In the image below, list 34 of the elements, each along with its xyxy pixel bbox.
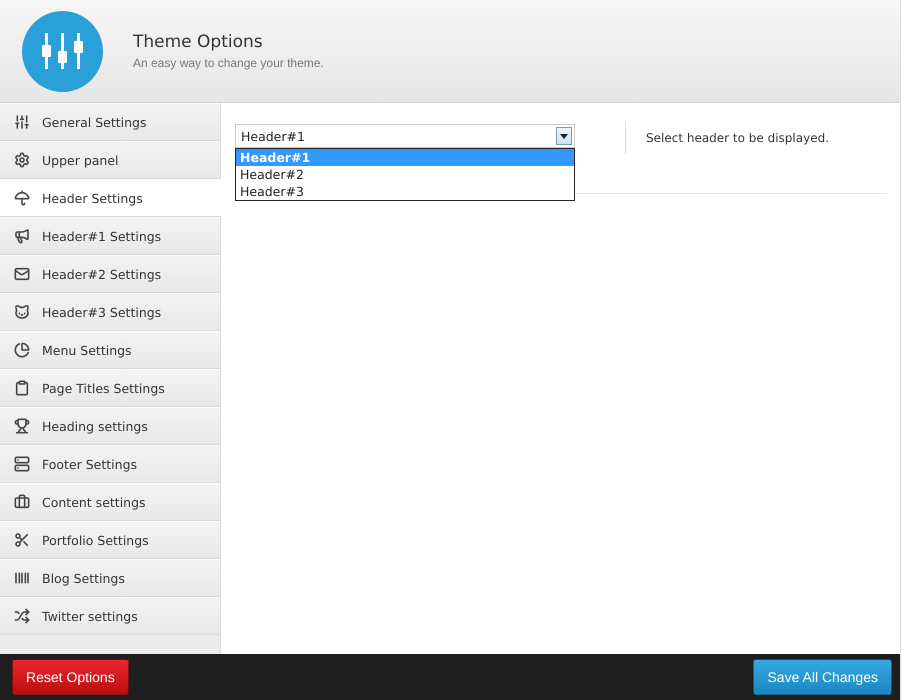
sidebar-item[interactable]: Header#1 Settings: [0, 217, 220, 255]
sidebar-item[interactable]: Content settings: [0, 483, 220, 521]
reset-button[interactable]: Reset Options: [12, 659, 129, 695]
sidebar-item[interactable]: Portfolio Settings: [0, 521, 220, 559]
scissors-icon: [14, 532, 30, 548]
stack-icon: [14, 456, 30, 472]
clipboard-icon: [14, 380, 30, 396]
sidebar-item[interactable]: Heading settings: [0, 407, 220, 445]
logo-icon: [22, 10, 103, 92]
pie-chart-icon: [14, 342, 30, 358]
barcode-icon: [14, 570, 30, 586]
sidebar-item[interactable]: Footer Settings: [0, 445, 220, 483]
shuffle-icon: [14, 608, 30, 624]
page-subtitle: An easy way to change your theme.: [133, 56, 324, 70]
sidebar-item[interactable]: Header Settings: [0, 179, 221, 217]
cat-icon: [14, 304, 30, 320]
sliders-icon: [14, 114, 30, 130]
gear-icon: [14, 152, 30, 168]
sidebar-item[interactable]: Header#3 Settings: [0, 293, 220, 331]
umbrella-icon: [14, 190, 30, 206]
trophy-icon: [14, 418, 30, 434]
page-title: Theme Options: [133, 32, 264, 52]
sidebar-item[interactable]: Menu Settings: [0, 331, 220, 369]
briefcase-icon: [14, 494, 30, 510]
sidebar-item[interactable]: Header#2 Settings: [0, 255, 220, 293]
sidebar-item[interactable]: Twitter settings: [0, 597, 220, 635]
sidebar-item[interactable]: Upper panel: [0, 141, 220, 179]
megaphone-icon: [14, 228, 30, 244]
sidebar-item[interactable]: Blog Settings: [0, 559, 220, 597]
envelope-icon: [14, 266, 30, 282]
field-description: Select header to be displayed.: [625, 122, 830, 154]
header-select[interactable]: Header#1: [235, 124, 575, 148]
sidebar-item[interactable]: General Settings: [0, 103, 220, 141]
sidebar-item[interactable]: Page Titles Settings: [0, 369, 220, 407]
